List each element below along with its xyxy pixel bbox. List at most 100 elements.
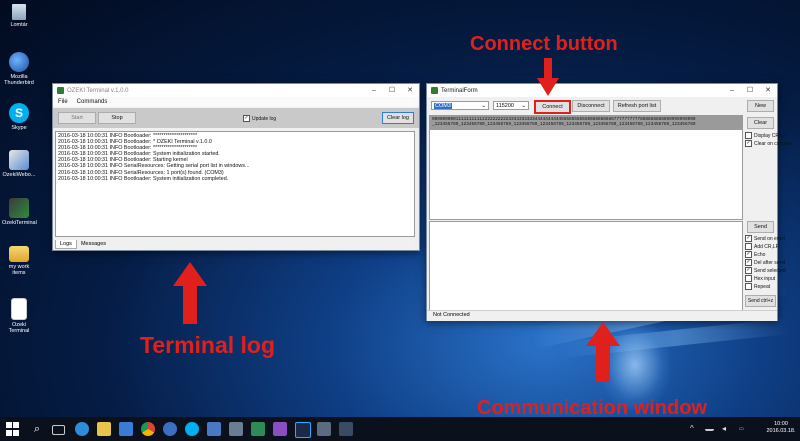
ozeki-terminal-icon [9, 198, 29, 218]
network-icon[interactable] [705, 422, 714, 431]
checkbox-box [745, 132, 752, 139]
checkbox-box: ✓ [745, 267, 752, 274]
add-crlf-checkbox[interactable]: Add CR,LF [745, 243, 779, 250]
volume-icon[interactable]: ◂ [722, 422, 730, 436]
send-on-enter-checkbox[interactable]: ✓ Send on enter [745, 235, 785, 242]
connect-button[interactable]: Connect [534, 100, 571, 114]
received-output-panel[interactable]: 0000000001111111111222222222233333333334… [429, 115, 743, 220]
port-select[interactable]: COM3 ⌄ [431, 101, 489, 110]
app-icon [431, 87, 438, 94]
clock[interactable]: 10:00 2016.03.18. [764, 421, 798, 435]
app-taskbar-icon[interactable] [317, 422, 331, 436]
maximize-icon[interactable]: ☐ [383, 84, 401, 97]
desktop-icon-thunderbird[interactable]: Mozilla Thunderbird [2, 52, 36, 86]
del-after-send-checkbox[interactable]: ✓ Del after send [745, 259, 785, 266]
task-view-icon[interactable] [52, 425, 65, 435]
desktop-icon-folder[interactable]: my work items [2, 246, 36, 276]
app-taskbar-icon[interactable] [229, 422, 243, 436]
folder-icon [9, 246, 29, 262]
close-icon[interactable]: ✕ [401, 84, 419, 97]
checkbox-box [745, 275, 752, 282]
taskbar: ⌕ ^ ◂ ▭ 10:00 2016.03.18. [0, 417, 800, 441]
checkbox-box: ✓ [243, 115, 250, 122]
app-taskbar-icon[interactable] [273, 422, 287, 436]
log-line: 2016-03-18 10:00:31 INFO Bootloader: Sys… [58, 175, 229, 182]
maximize-icon[interactable]: ☐ [741, 84, 759, 97]
terminal-title-bar: OZEKI Terminal v.1.0.0 – ☐ ✕ [53, 84, 419, 97]
document-icon [11, 298, 27, 320]
window-controls: – ☐ ✕ [365, 84, 419, 97]
tray-up-icon[interactable]: ^ [690, 422, 698, 436]
desktop-icon-ozeki-terminal[interactable]: OzekiTerminal [2, 198, 37, 226]
chrome-icon[interactable] [141, 422, 155, 436]
connect-arrow-icon [537, 58, 559, 96]
explorer-icon[interactable] [97, 422, 111, 436]
start-button[interactable]: Start [58, 112, 96, 124]
search-icon[interactable]: ⌕ [30, 422, 44, 436]
chevron-down-icon: ⌄ [521, 103, 526, 109]
window-controls: – ☐ ✕ [723, 84, 777, 97]
clear-on-connect-checkbox[interactable]: ✓ Clear on connect [745, 140, 792, 147]
communication-arrow-icon [586, 322, 620, 382]
desktop-icon-ozeki-web[interactable]: OzekiWebo... [2, 150, 36, 178]
ozeki-terminal-window: OZEKI Terminal v.1.0.0 – ☐ ✕ File Comman… [52, 83, 420, 251]
tab-logs[interactable]: Logs [55, 240, 77, 249]
output-ruler: 0000000001111111111222222222233333333334… [430, 116, 742, 130]
window-title: TerminalForm [441, 87, 478, 94]
checkbox-box: ✓ [745, 140, 752, 147]
clear-log-button[interactable]: Clear log [382, 112, 414, 124]
edge-icon[interactable] [75, 422, 89, 436]
stop-button[interactable]: Stop [98, 112, 136, 124]
desktop-icon-skype[interactable]: S Skype [2, 103, 36, 131]
language-icon[interactable]: ▭ [739, 422, 751, 436]
close-icon[interactable]: ✕ [759, 84, 777, 97]
send-button[interactable]: Send [747, 221, 774, 233]
app-taskbar-icon[interactable] [339, 422, 353, 436]
hex-input-checkbox[interactable]: Hex input [745, 275, 775, 282]
desktop-icon-document[interactable]: Ozeki Terminal [2, 298, 36, 334]
terminal-log-arrow-icon [173, 262, 207, 324]
app-taskbar-icon[interactable] [251, 422, 265, 436]
checkbox-box [745, 243, 752, 250]
display-crlf-checkbox[interactable]: Display CR/LF [745, 132, 786, 139]
clear-button[interactable]: Clear [747, 117, 774, 129]
store-icon[interactable] [119, 422, 133, 436]
tab-messages[interactable]: Messages [77, 240, 110, 249]
refresh-port-list-button[interactable]: Refresh port list [613, 100, 661, 112]
photoshop-icon[interactable] [295, 422, 311, 438]
menu-file[interactable]: File [58, 99, 68, 105]
send-input-panel[interactable] [429, 221, 743, 311]
connect-button-annotation: Connect button [470, 33, 618, 55]
status-bar: Not Connected [427, 310, 777, 321]
minimize-icon[interactable]: – [723, 84, 741, 97]
app-icon [57, 87, 64, 94]
checkbox-box: ✓ [745, 251, 752, 258]
terminal-log-panel[interactable]: 2016-03-18 10:00:31 INFO Bootloader: ***… [55, 131, 415, 237]
baud-rate-select[interactable]: 115200 ⌄ [493, 101, 529, 110]
update-log-checkbox[interactable]: ✓ Update log [243, 115, 276, 122]
terminal-form-window: TerminalForm – ☐ ✕ COM3 ⌄ 115200 ⌄ Conne… [426, 83, 792, 321]
connection-status: Not Connected [433, 312, 470, 318]
terminal-menu-bar: File Commands [53, 97, 419, 107]
thunderbird-taskbar-icon[interactable] [163, 422, 177, 436]
minimize-icon[interactable]: – [365, 84, 383, 97]
disconnect-button[interactable]: Disconnect [572, 100, 610, 112]
menu-commands[interactable]: Commands [77, 99, 108, 105]
skype-taskbar-icon[interactable] [185, 422, 199, 436]
send-ctrl-z-button[interactable]: Send ctrl+z [745, 295, 776, 307]
repeat-checkbox[interactable]: Repeat [745, 283, 770, 290]
send-selected-checkbox[interactable]: ✓ Send selected [745, 267, 786, 274]
checkbox-box: ✓ [745, 259, 752, 266]
desktop-icon-recycle-bin[interactable]: Lomtár [2, 4, 36, 28]
echo-checkbox[interactable]: ✓ Echo [745, 251, 765, 258]
new-button[interactable]: New [747, 100, 774, 112]
windows-start-icon[interactable] [6, 422, 19, 436]
terminalform-title-bar: TerminalForm – ☐ ✕ [427, 84, 777, 97]
terminal-log-annotation: Terminal log [140, 332, 276, 358]
terminal-tabs: Logs Messages [55, 240, 110, 249]
thunderbird-icon [9, 52, 29, 72]
ozeki-web-icon [9, 150, 29, 170]
output-line: _123456789_123456789_123456789_123456789… [432, 122, 696, 127]
checkbox-box: ✓ [745, 235, 752, 242]
app-taskbar-icon[interactable] [207, 422, 221, 436]
